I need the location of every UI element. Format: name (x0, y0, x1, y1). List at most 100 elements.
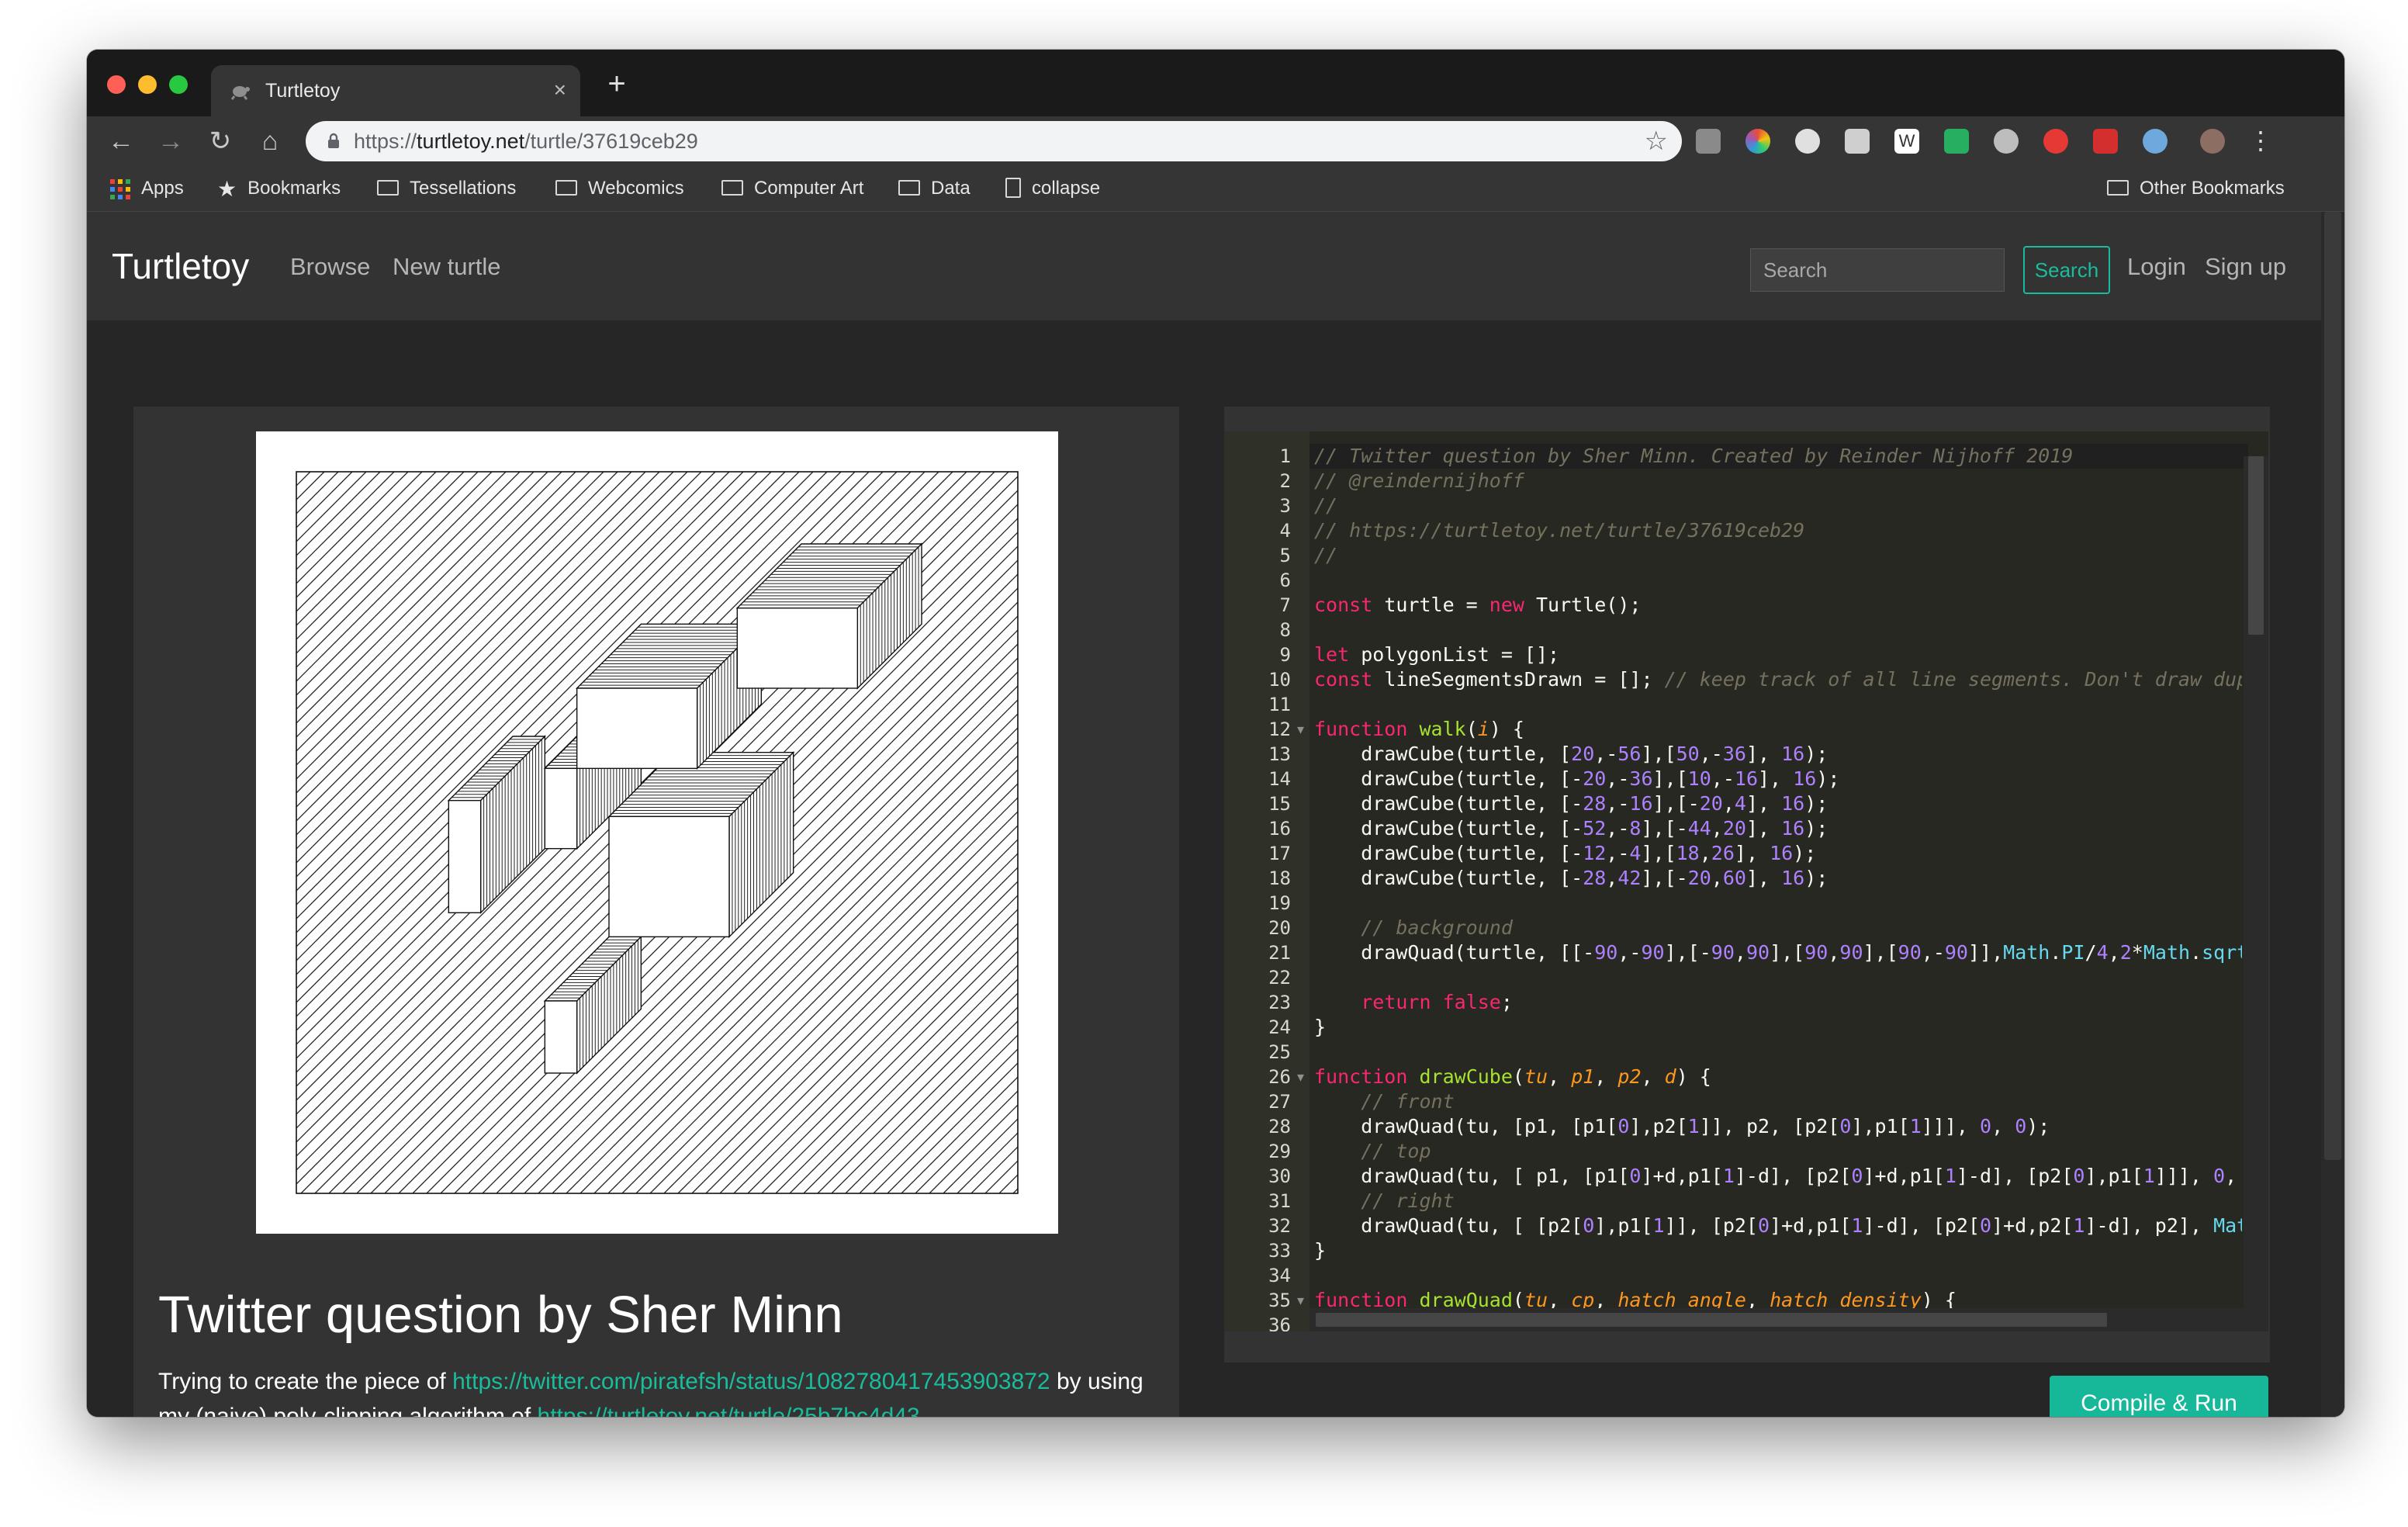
code-line: } (1314, 1016, 1327, 1038)
line-number: 13 (1268, 743, 1291, 765)
line-number: 36 (1268, 1314, 1291, 1331)
minimize-window-button[interactable] (138, 75, 157, 94)
sync-extension-icon[interactable] (1944, 129, 1969, 154)
line-number: 3 (1279, 495, 1291, 517)
close-tab-icon[interactable]: × (554, 65, 566, 116)
code-line: // Twitter question by Sher Minn. Create… (1314, 445, 2074, 467)
nav-new-turtle[interactable]: New turtle (393, 212, 501, 320)
code-line: drawQuad(turtle, [[-90,-90],[-90,90],[90… (1314, 941, 2242, 964)
site-navbar: Turtletoy Browse New turtle Search Login… (87, 212, 2321, 320)
bookmark-bookmarks[interactable]: ★ Bookmarks (217, 166, 341, 211)
circle-extension-icon[interactable] (1795, 129, 1820, 154)
code-text-area[interactable]: // Twitter question by Sher Minn. Create… (1314, 431, 2242, 1331)
bookmark-other[interactable]: Other Bookmarks (2107, 166, 2285, 211)
profile-avatar[interactable] (2200, 129, 2225, 154)
hand-extension-icon[interactable] (2043, 129, 2068, 154)
hatch-line (296, 472, 297, 473)
code-line: // @reindernijhoff (1314, 469, 1524, 492)
bookmark-webcomics[interactable]: Webcomics (555, 166, 684, 211)
code-line: // https://turtletoy.net/turtle/37619ceb… (1314, 519, 1805, 542)
lastpass-extension-icon[interactable] (2093, 129, 2118, 154)
twitter-link[interactable]: https://twitter.com/piratefsh/status/108… (452, 1369, 1050, 1394)
bookmark-data[interactable]: Data (898, 166, 970, 211)
camera-extension-icon[interactable] (1696, 129, 1721, 154)
menu-kebab-icon[interactable]: ⋮ (2248, 128, 2273, 154)
hatch-line (296, 472, 353, 528)
editor-hscroll-thumb[interactable] (1316, 1313, 2107, 1327)
nav-browse[interactable]: Browse (290, 212, 370, 320)
tab-title: Turtletoy (265, 80, 341, 102)
compile-run-button[interactable]: Compile & Run (2050, 1376, 2268, 1417)
hatch-line (296, 472, 311, 486)
hatch-line (1012, 1188, 1018, 1193)
nav-signup[interactable]: Sign up (2205, 212, 2286, 320)
wikipedia-extension-icon[interactable]: W (1894, 129, 1919, 154)
new-tab-button[interactable]: + (599, 67, 635, 102)
site-logo[interactable]: Turtletoy (112, 212, 249, 320)
back-arrow-icon[interactable]: ← (102, 123, 140, 160)
bookmark-tessellations[interactable]: Tessellations (377, 166, 516, 211)
bookmark-computer-art[interactable]: Computer Art (721, 166, 863, 211)
code-line: } (1314, 1239, 1327, 1262)
line-number: 17 (1268, 843, 1291, 864)
line-number: 1 (1279, 445, 1291, 467)
reload-icon[interactable]: ↻ (202, 123, 239, 160)
fold-arrow-icon[interactable]: ▾ (1297, 1288, 1304, 1313)
code-line: drawQuad(tu, [p1, [p1[0],p2[1]], p2, [p2… (1314, 1115, 2050, 1137)
color-picker-extension-icon[interactable] (1745, 129, 1770, 154)
hatch-line (296, 472, 465, 640)
cube (447, 735, 547, 915)
cube-front-face (608, 815, 730, 938)
bookmark-label: Tessellations (410, 178, 517, 199)
star-icon: ★ (217, 176, 237, 201)
atom-extension-icon[interactable] (1994, 129, 2019, 154)
line-number: 31 (1268, 1190, 1291, 1212)
bookmark-star-icon[interactable]: ☆ (1645, 121, 1668, 161)
fold-arrow-icon[interactable]: ▾ (1297, 1065, 1304, 1089)
nav-login[interactable]: Login (2127, 212, 2186, 320)
editor-horizontal-scrollbar[interactable] (1310, 1308, 2245, 1331)
folder-icon (898, 179, 920, 196)
hatch-line (901, 1076, 1018, 1193)
hatch-line (957, 1132, 1018, 1193)
code-line: drawCube(turtle, [20,-56],[50,-36], 16); (1314, 743, 1828, 765)
line-number: 19 (1268, 892, 1291, 914)
chat-extension-icon[interactable] (1845, 129, 1870, 154)
turtletoy-link[interactable]: https://turtletoy.net/turtle/25b7bc4d43 (538, 1404, 920, 1417)
line-number: 28 (1268, 1116, 1291, 1137)
bookmark-apps[interactable]: Apps (110, 166, 184, 211)
line-number: 33 (1268, 1240, 1291, 1262)
hatch-line (1027, 472, 1058, 1193)
fold-arrow-icon[interactable]: ▾ (1297, 717, 1304, 742)
folder-icon (377, 179, 399, 196)
maximize-window-button[interactable] (169, 75, 188, 94)
code-line: // (1314, 494, 1338, 517)
code-line: const turtle = new Turtle(); (1314, 594, 1642, 616)
address-bar[interactable]: https://turtletoy.net/turtle/37619ceb29 … (306, 121, 1682, 161)
browser-tab[interactable]: Turtletoy × (211, 65, 580, 116)
hatch-line (915, 1090, 1018, 1193)
description-text: . (919, 1404, 926, 1417)
page-scrollbar[interactable] (2321, 212, 2344, 1417)
forward-arrow-icon[interactable]: → (152, 123, 189, 160)
search-input[interactable] (1750, 248, 2005, 292)
lock-icon (328, 133, 339, 148)
search-button[interactable]: Search (2023, 246, 2110, 294)
home-icon[interactable]: ⌂ (251, 123, 289, 160)
line-number: 35 (1268, 1290, 1291, 1311)
line-number: 10 (1268, 669, 1291, 691)
code-editor[interactable]: 1 2 3 4 5 6 7 8 9 10 11 12 13 14 15 16 17 18 19 20 21 22 23 24 2… (1224, 431, 2268, 1331)
code-line: drawQuad(tu, [ p1, [p1[0]+d,p1[1]-d], [p… (1314, 1165, 2237, 1187)
editor-vertical-scrollbar[interactable] (2244, 456, 2268, 1331)
close-window-button[interactable] (107, 75, 126, 94)
page-scrollbar-thumb[interactable] (2324, 212, 2341, 1160)
editor-scroll-thumb[interactable] (2248, 456, 2264, 635)
bookmark-label: Apps (141, 178, 184, 199)
turtle-preview-panel: Twitter question by Sher Minn Trying to … (133, 407, 1179, 1417)
line-number: 12 (1268, 718, 1291, 740)
line-number: 8 (1279, 619, 1291, 641)
line-number: 20 (1268, 917, 1291, 939)
ring-extension-icon[interactable] (2143, 129, 2168, 154)
bookmark-collapse[interactable]: collapse (1005, 166, 1100, 211)
bookmarks-bar: Apps ★ Bookmarks Tessellations Webcomics … (87, 166, 2344, 212)
